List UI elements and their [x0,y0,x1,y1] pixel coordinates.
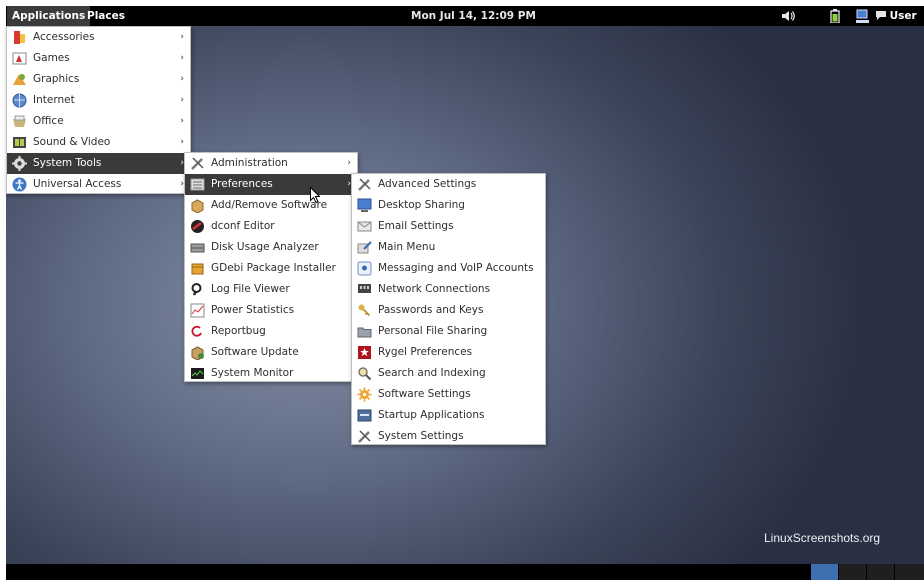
startup-applications-icon [357,409,372,422]
menu-item-software-update[interactable]: Software Update [185,342,357,363]
network-icon[interactable] [856,9,870,23]
clock[interactable]: Mon Jul 14, 12:09 PM [411,6,536,26]
user-menu[interactable]: User [876,6,917,26]
menu-item-system-monitor[interactable]: System Monitor [185,363,357,384]
submenu-arrow: › [180,32,184,42]
file-sharing-icon [357,327,372,338]
workspace-1[interactable] [810,564,838,580]
search-indexing-icon [358,367,372,381]
menu-item-universal-access[interactable]: Universal Access › [7,174,190,195]
submenu-arrow: › [180,137,184,147]
software-update-icon [191,346,204,360]
advanced-settings-icon [358,178,371,191]
menu-item-advanced-settings[interactable]: Advanced Settings [352,174,545,195]
menu-item-software-settings[interactable]: Software Settings [352,384,545,405]
dconf-editor-icon [191,220,204,233]
desktop-sharing-icon [357,198,372,212]
menu-item-search-indexing[interactable]: Search and Indexing [352,363,545,384]
battery-icon[interactable] [828,9,842,23]
rygel-icon [358,346,371,359]
submenu-arrow: › [180,74,184,84]
menu-item-system-settings[interactable]: System Settings [352,426,545,447]
applications-menu: Accessories › Games › Graphics › Interne… [6,26,191,194]
menu-item-graphics[interactable]: Graphics › [7,69,190,90]
menu-item-games[interactable]: Games › [7,48,190,69]
menu-item-sound-video[interactable]: Sound & Video › [7,132,190,153]
accessories-icon [14,31,25,44]
menu-item-startup-applications[interactable]: Startup Applications [352,405,545,426]
preferences-menu: Advanced Settings Desktop Sharing Email … [351,173,546,445]
reportbug-icon [191,325,202,337]
bottom-bar [6,564,924,580]
disk-usage-icon [190,243,205,253]
workspace-4[interactable] [894,564,924,580]
internet-icon [12,93,27,108]
menu-item-passwords-keys[interactable]: Passwords and Keys [352,300,545,321]
menu-item-add-remove-software[interactable]: Add/Remove Software [185,195,357,216]
workspace-2[interactable] [838,564,866,580]
sound-video-icon [13,137,26,148]
add-remove-software-icon [191,199,204,213]
office-icon [13,115,26,127]
menu-item-administration[interactable]: Administration › [185,153,357,174]
submenu-arrow: › [180,53,184,63]
universal-access-icon [12,177,27,192]
chat-bubble-icon [876,11,886,20]
menu-item-personal-file-sharing[interactable]: Personal File Sharing [352,321,545,342]
menu-item-email-settings[interactable]: Email Settings [352,216,545,237]
menu-item-power-statistics[interactable]: Power Statistics [185,300,357,321]
workspace-3[interactable] [866,564,894,580]
email-settings-icon [357,221,372,232]
volume-icon[interactable] [781,9,795,23]
menu-item-network-connections[interactable]: Network Connections [352,279,545,300]
menu-item-internet[interactable]: Internet › [7,90,190,111]
menu-item-gdebi-package-installer[interactable]: GDebi Package Installer [185,258,357,279]
passwords-keys-icon [358,304,371,317]
menu-item-office[interactable]: Office › [7,111,190,132]
menu-item-log-file-viewer[interactable]: Log File Viewer [185,279,357,300]
menu-item-desktop-sharing[interactable]: Desktop Sharing [352,195,545,216]
user-label: User [889,10,917,22]
submenu-arrow: › [347,158,351,168]
menu-item-main-menu[interactable]: Main Menu [352,237,545,258]
power-statistics-icon [190,303,205,318]
menu-item-rygel-preferences[interactable]: Rygel Preferences [352,342,545,363]
software-settings-icon [357,387,372,402]
menu-item-accessories[interactable]: Accessories › [7,27,190,48]
mouse-pointer-icon [310,187,320,203]
graphics-icon [13,74,26,85]
applications-menu-button[interactable]: Applications [7,6,91,26]
administration-icon [191,157,204,170]
system-monitor-icon [191,368,204,379]
log-viewer-icon [191,283,202,296]
submenu-arrow: › [180,95,184,105]
menu-item-system-tools[interactable]: System Tools › [7,153,190,174]
system-tools-icon [12,156,27,171]
watermark-text: LinuxScreenshots.org [764,531,881,545]
games-icon [12,52,27,65]
menu-item-reportbug[interactable]: Reportbug [185,321,357,342]
gdebi-icon [191,263,204,275]
messaging-icon [357,261,372,276]
menu-item-dconf-editor[interactable]: dconf Editor [185,216,357,237]
submenu-arrow: › [180,116,184,126]
top-panel: Applications Places Mon Jul 14, 12:09 PM… [6,6,924,26]
places-menu-button[interactable]: Places [82,6,130,26]
preferences-icon [190,178,205,191]
network-connections-icon [358,284,371,293]
menu-item-preferences[interactable]: Preferences › [185,174,357,195]
system-tools-menu: Administration › Preferences › Add/Remov… [184,152,358,382]
main-menu-icon [357,241,372,254]
menu-item-disk-usage-analyzer[interactable]: Disk Usage Analyzer [185,237,357,258]
system-settings-icon [358,430,371,443]
menu-item-messaging-voip[interactable]: Messaging and VoIP Accounts [352,258,545,279]
